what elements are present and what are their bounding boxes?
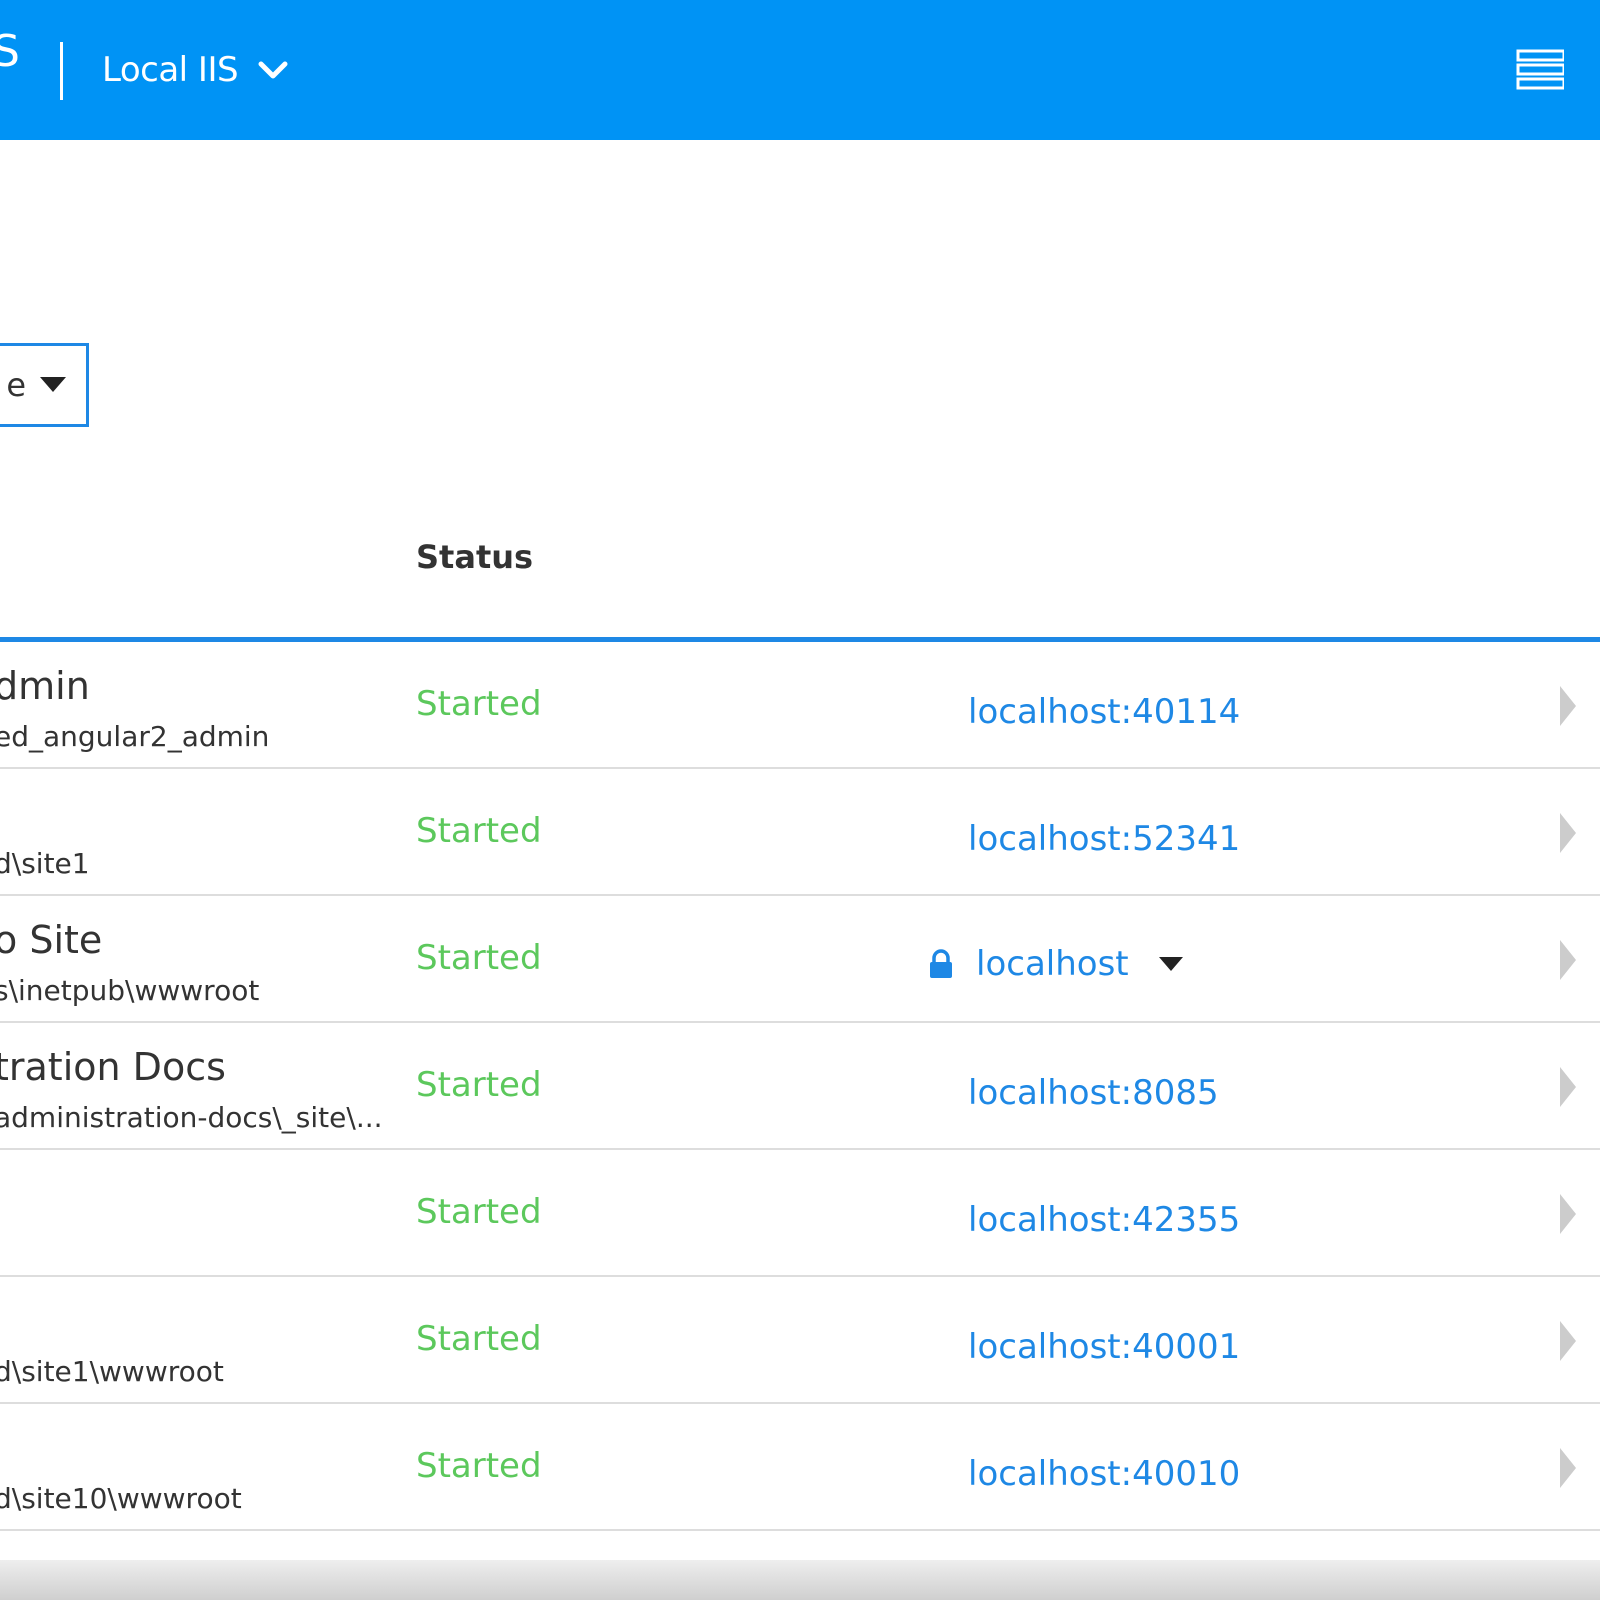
site-path: s\inetpub\wwwroot [0, 974, 260, 1007]
status-label: Started [416, 938, 542, 978]
table-row[interactable]: Started localhost:42355 [0, 1150, 1600, 1277]
column-header-status[interactable]: Status [416, 538, 533, 576]
lock-icon [930, 949, 952, 978]
filter-dropdown[interactable]: e [0, 343, 89, 427]
status-label: Started [416, 1446, 542, 1486]
site-name[interactable]: o Site [0, 918, 102, 962]
row-action-arrow-icon[interactable] [1556, 1448, 1576, 1488]
row-action-arrow-icon[interactable] [1556, 813, 1576, 853]
caret-down-icon[interactable] [1158, 957, 1183, 971]
row-action-arrow-icon[interactable] [1556, 940, 1576, 980]
site-name[interactable]: tration Docs [0, 1045, 226, 1089]
server-list-icon[interactable] [1516, 48, 1564, 90]
binding-link[interactable]: localhost:8085 [968, 1073, 1219, 1113]
filter-dropdown-value: e [6, 366, 26, 404]
binding-dropdown[interactable]: localhost [928, 944, 1183, 984]
iis-web-manager-sites-page: S Local IIS e Status dmin ed_angular2_ad… [0, 0, 1600, 1600]
table-row[interactable]: d\site1 Started localhost:52341 [0, 769, 1600, 896]
site-path: d\site1 [0, 847, 90, 880]
status-label: Started [416, 684, 542, 724]
site-path: d\site10\wwwroot [0, 1482, 242, 1515]
site-path: administration-docs\_site\... [0, 1101, 383, 1134]
status-label: Started [416, 1065, 542, 1105]
row-action-arrow-icon[interactable] [1556, 1067, 1576, 1107]
binding-link[interactable]: localhost:52341 [968, 819, 1240, 859]
status-label: Started [416, 1192, 542, 1232]
server-selector[interactable]: Local IIS [102, 42, 290, 98]
caret-down-icon [40, 377, 66, 392]
status-label: Started [416, 1319, 542, 1359]
window-bottom-edge [0, 1560, 1600, 1600]
binding-link[interactable]: localhost:40114 [968, 692, 1240, 732]
header-divider [60, 42, 63, 100]
table-row[interactable]: dmin ed_angular2_admin Started localhost… [0, 642, 1600, 769]
binding-link[interactable]: localhost:40001 [968, 1327, 1240, 1367]
table-row[interactable]: tration Docs administration-docs\_site\.… [0, 1023, 1600, 1150]
server-selector-label: Local IIS [102, 50, 239, 90]
binding-link[interactable]: localhost:42355 [968, 1200, 1240, 1240]
status-label: Started [416, 811, 542, 851]
row-action-arrow-icon[interactable] [1556, 686, 1576, 726]
site-path: ed_angular2_admin [0, 720, 270, 753]
binding-link[interactable]: localhost:40010 [968, 1454, 1240, 1494]
top-navigation-bar: S Local IIS [0, 0, 1600, 140]
table-row[interactable]: o Site s\inetpub\wwwroot Started localho… [0, 896, 1600, 1023]
row-action-arrow-icon[interactable] [1556, 1321, 1576, 1361]
sites-table-body: dmin ed_angular2_admin Started localhost… [0, 642, 1600, 1531]
table-row[interactable]: d\site1\wwwroot Started localhost:40001 [0, 1277, 1600, 1404]
table-row[interactable]: d\site10\wwwroot Started localhost:40010 [0, 1404, 1600, 1531]
site-path: d\site1\wwwroot [0, 1355, 224, 1388]
row-action-arrow-icon[interactable] [1556, 1194, 1576, 1234]
site-name[interactable]: dmin [0, 664, 90, 708]
chevron-down-icon [258, 61, 288, 79]
binding-link[interactable]: localhost [976, 944, 1129, 984]
brand-logo-fragment: S [0, 26, 20, 77]
